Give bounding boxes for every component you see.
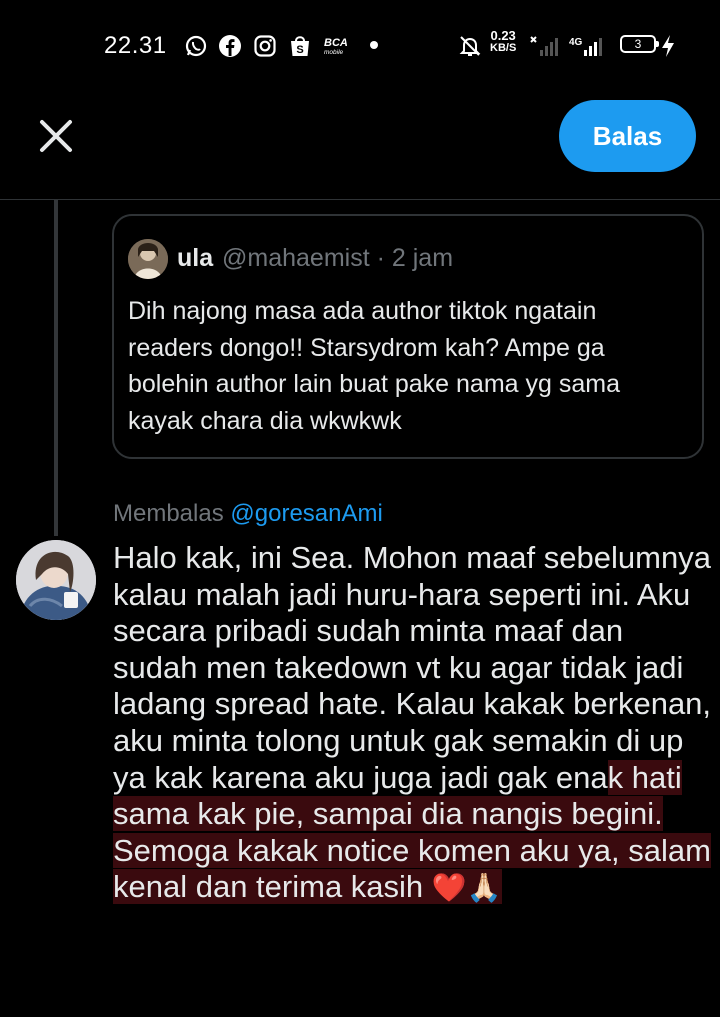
reply-button[interactable]: Balas: [559, 100, 696, 172]
facebook-icon: [219, 35, 241, 57]
user-avatar[interactable]: [16, 540, 96, 620]
reply-text-plain: Halo kak, ini Sea. Mohon maaf sebelumnya…: [113, 540, 712, 795]
parent-author-avatar[interactable]: [128, 239, 168, 279]
notification-dot: [370, 41, 378, 49]
parent-author-handle[interactable]: @mahaemist: [222, 244, 370, 272]
heart-emoji-icon: ❤️: [431, 871, 467, 905]
instagram-icon: [254, 35, 276, 57]
header-divider: [0, 199, 720, 200]
meta-separator: ·: [376, 244, 385, 272]
status-time: 22.31: [104, 32, 167, 59]
parent-tweet-time: 2 jam: [391, 244, 454, 272]
signal-sim1-icon: [530, 36, 558, 56]
charging-bolt-icon: [662, 35, 674, 57]
close-icon: [40, 120, 72, 152]
shopee-icon: S: [291, 36, 309, 56]
bca-mobile-icon: BCA mobile: [324, 37, 348, 56]
network-speed-unit: KB/S: [490, 42, 517, 54]
thread-connector-line: [54, 200, 58, 536]
replying-to-mention[interactable]: @goresanAmi: [230, 500, 382, 527]
mute-bell-icon: [459, 36, 481, 56]
reply-text[interactable]: Halo kak, ini Sea. Mohon maaf sebelumnya…: [113, 540, 713, 907]
replying-to-line: Membalas @goresanAmi: [113, 500, 383, 528]
battery-indicator: 3: [620, 35, 659, 53]
whatsapp-icon: [185, 35, 207, 57]
folded-hands-emoji-icon: 🙏🏻: [466, 871, 502, 905]
svg-text:BCA: BCA: [324, 37, 348, 49]
svg-text:4G: 4G: [569, 37, 583, 48]
parent-tweet-card[interactable]: ula @mahaemist · 2 jam Dih najong masa a…: [112, 214, 704, 459]
replying-to-label: Membalas: [113, 500, 224, 527]
compose-reply-screen: 22.31 S BCA mobile 0.23 KB/S 4G 3 Balas …: [0, 0, 720, 1017]
signal-sim2-icon: 4G: [569, 37, 602, 56]
parent-tweet-text: Dih najong masa ada author tiktok ngatai…: [128, 297, 620, 435]
parent-author-meta: @mahaemist · 2 jam: [222, 244, 453, 273]
svg-text:mobile: mobile: [324, 49, 344, 56]
close-button[interactable]: [32, 112, 80, 160]
parent-author-name[interactable]: ula: [177, 244, 213, 273]
status-bar: 22.31 S BCA mobile 0.23 KB/S 4G 3: [0, 22, 720, 68]
battery-level: 3: [634, 37, 642, 51]
network-speed: 0.23 KB/S: [490, 28, 517, 54]
svg-text:S: S: [296, 44, 303, 56]
network-speed-value: 0.23: [490, 28, 516, 43]
